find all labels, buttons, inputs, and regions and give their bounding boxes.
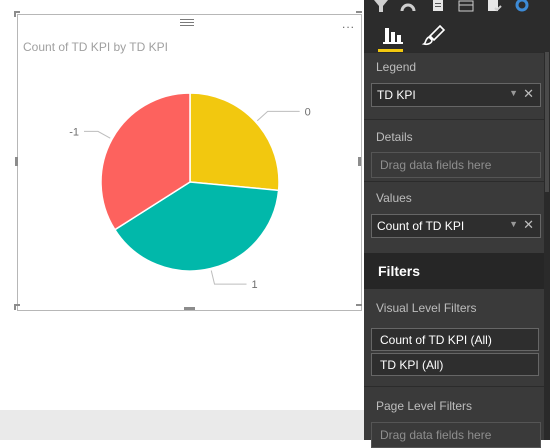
resize-handle-bl-v[interactable]: [14, 304, 16, 310]
resize-handle-br[interactable]: [356, 304, 362, 306]
chevron-down-icon[interactable]: ▼: [509, 219, 518, 229]
chevron-down-icon[interactable]: ▼: [509, 88, 518, 98]
gauge-icon[interactable]: [400, 0, 416, 12]
filter-icon[interactable]: [373, 0, 389, 12]
values-field-label: Count of TD KPI: [377, 219, 465, 233]
format-paintbrush-icon[interactable]: [420, 22, 448, 48]
table-icon[interactable]: [458, 0, 474, 12]
page-level-filters-label: Page Level Filters: [376, 399, 473, 413]
visualizations-pane: Legend TD KPI ▼ ✕ Details Drag data fiel…: [364, 0, 550, 448]
legend-field-well[interactable]: TD KPI ▼ ✕: [371, 83, 541, 107]
leader-line-0: [256, 110, 300, 122]
values-label: Values: [376, 191, 412, 205]
scrollbar-thumb[interactable]: [545, 52, 549, 192]
donut-icon[interactable]: [514, 0, 530, 12]
fields-icon[interactable]: [378, 22, 406, 48]
visual-filter-card[interactable]: TD KPI (All): [371, 353, 539, 376]
visual-level-filters-label: Visual Level Filters: [376, 301, 477, 315]
filters-title: Filters: [378, 263, 421, 279]
pie-chart: 0 1 -1: [69, 92, 311, 291]
card-icon[interactable]: [430, 0, 446, 12]
details-label: Details: [376, 130, 413, 144]
report-canvas: ... Count of TD KPI by TD KPI 0 1 -1: [0, 0, 364, 440]
slice-label--1: -1: [69, 126, 79, 138]
close-icon[interactable]: ✕: [523, 86, 534, 102]
details-drop-zone[interactable]: Drag data fields here: [371, 152, 541, 178]
legend-field-label: TD KPI: [377, 88, 416, 102]
resize-handle-right[interactable]: [358, 157, 361, 166]
pie-slice-0[interactable]: [189, 92, 280, 192]
resize-handle-tl-v[interactable]: [14, 11, 16, 17]
page-tabs-bar: [0, 410, 364, 440]
page-filters-drop-zone[interactable]: Drag data fields here: [371, 422, 541, 448]
slice-label-0: 0: [305, 106, 311, 118]
checklist-icon[interactable]: [486, 0, 502, 12]
resize-handle-left[interactable]: [15, 157, 18, 166]
close-icon[interactable]: ✕: [523, 217, 534, 233]
filters-header: Filters: [364, 253, 550, 289]
leader-line--1: [83, 130, 111, 139]
visual-filter-label: Count of TD KPI (All): [380, 333, 492, 347]
legend-label: Legend: [376, 60, 417, 74]
pane-tabs: [364, 16, 550, 52]
resize-handle-tr[interactable]: [356, 11, 362, 13]
leader-line-1: [210, 270, 247, 285]
pie-chart-visual[interactable]: ... Count of TD KPI by TD KPI 0 1 -1: [17, 14, 362, 311]
visual-filter-card[interactable]: Count of TD KPI (All): [371, 328, 539, 351]
pane-scrollbar[interactable]: [544, 52, 550, 440]
resize-handle-bottom[interactable]: [184, 307, 195, 310]
visual-gallery-row: [364, 0, 550, 16]
slice-label-1: 1: [252, 279, 258, 291]
visual-filter-label: TD KPI (All): [380, 358, 444, 372]
values-field-well[interactable]: Count of TD KPI ▼ ✕: [371, 214, 541, 238]
details-placeholder: Drag data fields here: [380, 158, 492, 172]
